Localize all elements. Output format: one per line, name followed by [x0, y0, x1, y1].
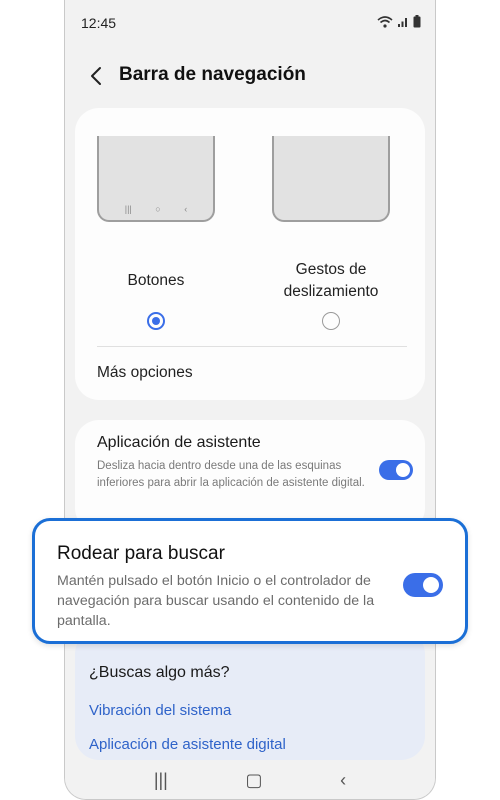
radio-gestures[interactable]	[322, 312, 340, 330]
suggestions-title: ¿Buscas algo más?	[89, 664, 230, 681]
back-arrow-icon[interactable]	[85, 62, 109, 90]
back-button-icon[interactable]: ‹	[340, 770, 346, 791]
assistant-app-description: Desliza hacia dentro desde una de las es…	[97, 460, 365, 489]
option-buttons-label: Botones	[127, 272, 185, 289]
circle-to-search-toggle[interactable]	[403, 573, 443, 597]
gestures-preview[interactable]	[272, 136, 390, 222]
assistant-app-title: Aplicación de asistente	[97, 434, 261, 451]
option-gestures-line1: Gestos de	[295, 261, 367, 278]
back-icon: ‹	[184, 204, 188, 214]
recents-icon: |||	[124, 204, 132, 214]
assistant-app-toggle[interactable]	[379, 460, 413, 480]
page-title: Barra de navegación	[119, 64, 306, 85]
divider	[97, 346, 407, 347]
system-navbar: ||| ▢ ‹	[65, 761, 435, 799]
recents-button-icon[interactable]: |||	[154, 770, 168, 791]
option-gestures-line2: deslizamiento	[283, 283, 379, 300]
circle-to-search-description: Mantén pulsado el botón Inicio o el cont…	[57, 573, 375, 629]
link-digital-assistant-app[interactable]: Aplicación de asistente digital	[89, 736, 286, 753]
option-gestures-label: Gestos de deslizamiento	[255, 259, 407, 303]
suggestions-card: ¿Buscas algo más? Vibración del sistema …	[75, 630, 425, 760]
home-button-icon[interactable]: ▢	[245, 770, 262, 791]
link-system-vibration[interactable]: Vibración del sistema	[89, 702, 231, 719]
status-time: 12:45	[81, 15, 117, 31]
buttons-preview[interactable]: ||| ○ ‹	[97, 136, 215, 222]
preview-navbar: ||| ○ ‹	[99, 204, 213, 214]
assistant-app-card[interactable]: Aplicación de asistente Desliza hacia de…	[75, 420, 425, 532]
nav-type-card: ||| ○ ‹ Botones Gestos de deslizamiento …	[75, 108, 425, 400]
phone-frame: 12:45 Barra de navegación ||| ○ ‹ Botone…	[64, 0, 436, 800]
battery-icon	[413, 15, 421, 28]
more-options-item[interactable]: Más opciones	[97, 364, 193, 382]
wifi-icon	[377, 15, 393, 28]
status-icons	[377, 15, 421, 28]
home-icon: ○	[155, 204, 161, 214]
circle-to-search-title: Rodear para buscar	[57, 543, 225, 564]
radio-buttons[interactable]	[147, 312, 165, 330]
signal-icon	[398, 17, 407, 27]
circle-to-search-highlight[interactable]: Rodear para buscar Mantén pulsado el bot…	[32, 518, 468, 644]
